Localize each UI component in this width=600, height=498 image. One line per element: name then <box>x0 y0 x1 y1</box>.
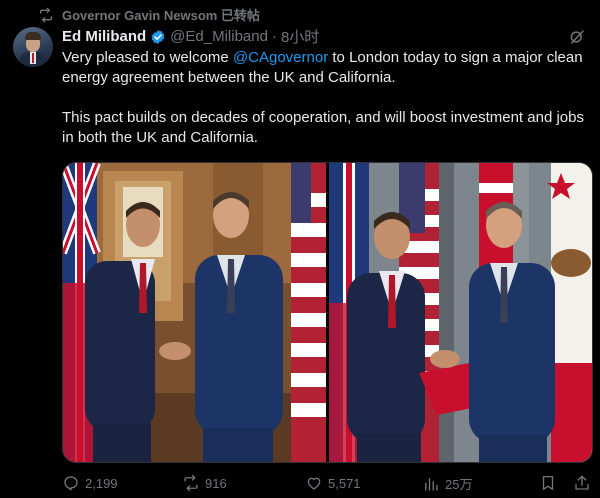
views-icon <box>425 477 438 491</box>
like-button[interactable]: 5,571 <box>305 474 361 492</box>
reply-count: 2,199 <box>85 475 118 491</box>
like-icon <box>307 477 321 490</box>
share-icon <box>575 475 589 490</box>
verified-badge-icon[interactable] <box>150 29 166 45</box>
repost-button[interactable]: 916 <box>182 474 227 492</box>
repost-indicator[interactable]: Governor Gavin Newsom 已转帖 <box>38 5 260 24</box>
repost-icon <box>40 7 52 22</box>
tweet-paragraph-1: Very pleased to welcome @CAgovernor to L… <box>62 49 583 86</box>
avatar[interactable] <box>13 27 53 67</box>
views-count: 25万 <box>445 477 473 492</box>
repost-label: Governor Gavin Newsom 已转帖 <box>62 8 260 23</box>
timestamp[interactable]: 8小时 <box>281 26 319 47</box>
mention-link[interactable]: @CAgovernor <box>233 49 328 66</box>
share-button[interactable] <box>573 474 591 492</box>
bookmark-icon <box>542 475 554 491</box>
handle[interactable]: @Ed_Miliband <box>170 28 268 45</box>
tweet-text: Very pleased to welcome @CAgovernor to L… <box>62 48 590 148</box>
separator-dot: · <box>271 28 277 45</box>
action-bar: 2,199 916 5,571 25万 <box>62 474 592 494</box>
tweet-photo-2[interactable] <box>329 163 592 462</box>
tweet-photo-1[interactable] <box>63 163 326 462</box>
bookmark-button[interactable] <box>539 474 557 492</box>
repost-count: 916 <box>205 475 227 491</box>
reply-button[interactable]: 2,199 <box>62 474 118 492</box>
reply-icon <box>64 476 78 491</box>
media-grid <box>62 162 593 463</box>
tweet-header: Ed Miliband @Ed_Miliband · 8小时 <box>62 26 319 47</box>
display-name[interactable]: Ed Miliband <box>62 28 146 45</box>
like-count: 5,571 <box>328 475 361 491</box>
tweet-paragraph-2: This pact builds on decades of cooperati… <box>62 109 584 146</box>
views-button[interactable]: 25万 <box>422 474 472 493</box>
grok-icon[interactable] <box>568 28 586 46</box>
repost-icon <box>184 474 198 492</box>
